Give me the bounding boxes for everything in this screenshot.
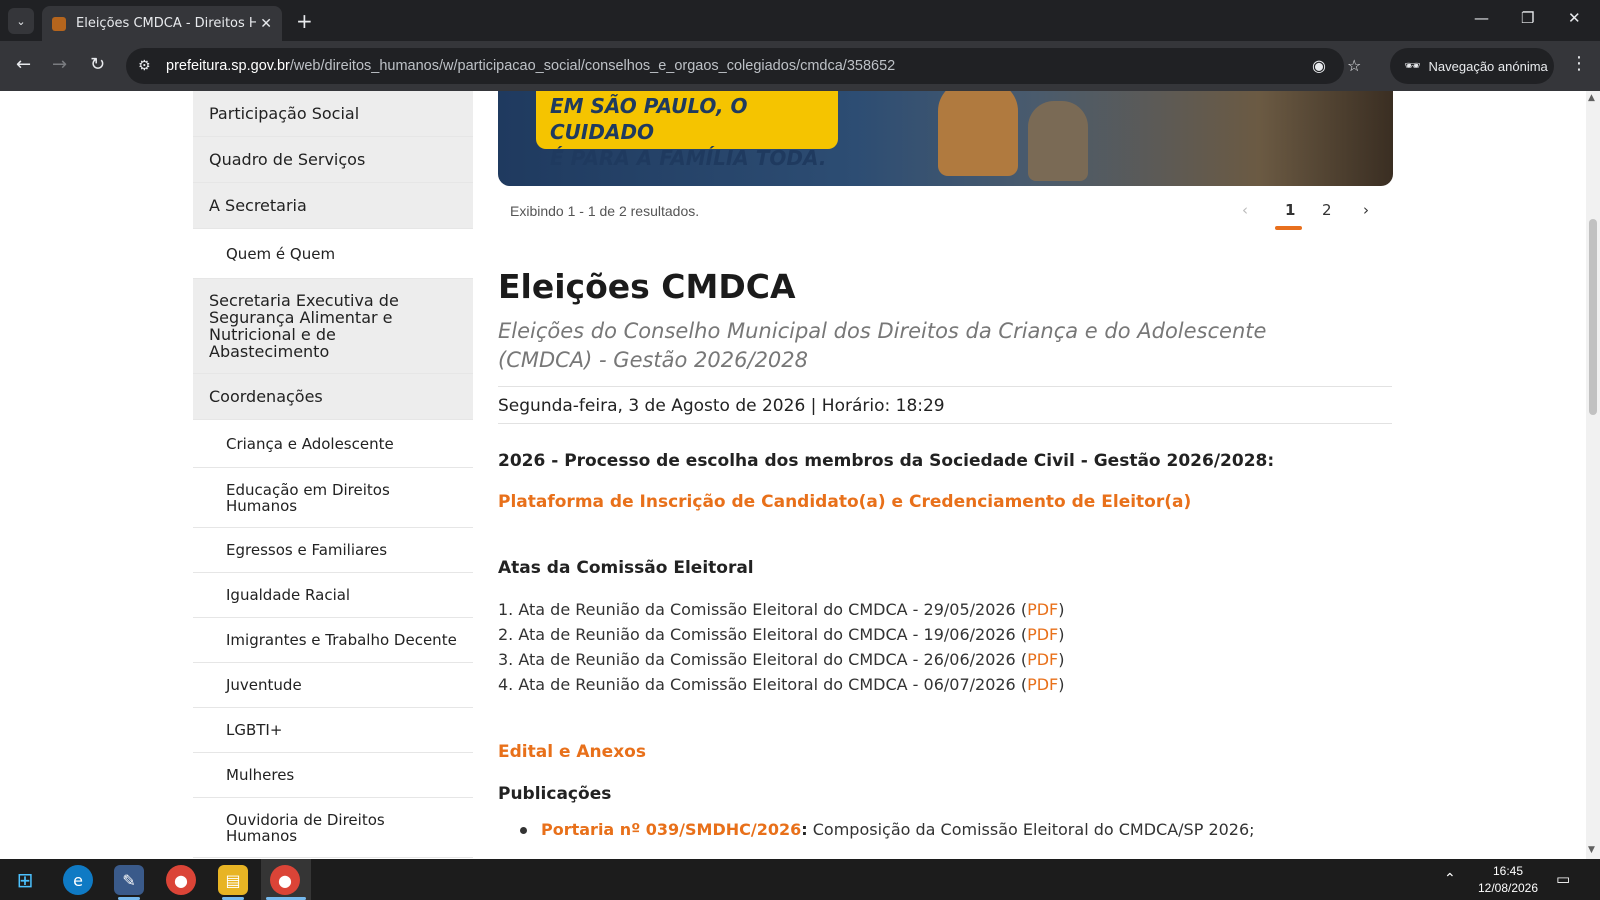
divider [498,386,1392,387]
banner-line-2: É PARA A FAMÍLIA TODA. [550,146,827,170]
sidebar-item-a-secretaria[interactable]: A Secretaria [193,183,473,229]
paint-app-icon[interactable]: ✎ [114,865,144,895]
clock-date: 12/08/2026 [1477,881,1539,895]
sidebar-item-coordenacoes[interactable]: Coordenações [193,374,473,420]
tab-search-chevron-icon[interactable]: ⌄ [8,8,34,34]
page-subtitle: Eleições do Conselho Municipal dos Direi… [498,319,1267,372]
incognito-label: Navegação anónima [1428,58,1548,74]
process-heading: 2026 - Processo de escolha dos membros d… [498,451,1275,471]
sidebar-item-quem-e-quem[interactable]: Quem é Quem [193,229,473,279]
pdf-link[interactable]: PDF [1027,675,1058,694]
results-count: Exibindo 1 - 1 de 2 resultados. [510,203,700,219]
portaria-description: Composição da Comissão Eleitoral do CMDC… [807,820,1255,839]
restore-icon[interactable]: ❐ [1521,9,1534,27]
browser-toolbar: ← → ↻ ⚙ prefeitura.sp.gov.br/web/direito… [0,41,1600,91]
chrome-icon[interactable]: ● [166,865,196,895]
sidebar-item-educacao-direitos-humanos[interactable]: Educação em Direitos Humanos [193,468,473,528]
atas-heading: Atas da Comissão Eleitoral [498,558,754,578]
reload-icon[interactable]: ↻ [90,54,105,75]
minimize-icon[interactable]: — [1474,9,1489,27]
ata-item: 1. Ata de Reunião da Comissão Eleitoral … [498,600,1065,619]
sidebar-item-seguranca-alimentar[interactable]: Secretaria Executiva de Segurança Alimen… [193,279,473,374]
chrome-incognito-icon[interactable]: ● [270,865,300,895]
pagination-prev-icon[interactable]: ‹ [1242,201,1248,219]
pdf-link[interactable]: PDF [1027,600,1058,619]
clock-time: 16:45 [1492,864,1524,878]
page-scrollbar[interactable]: ▲ ▼ [1586,91,1600,859]
banner-text-box: EM SÃO PAULO, O CUIDADO É PARA A FAMÍLIA… [536,91,838,170]
file-explorer-icon[interactable]: ▤ [218,865,248,895]
divider [498,423,1392,424]
close-tab-icon[interactable]: ✕ [260,16,272,32]
campaign-banner[interactable]: EM SÃO PAULO, O CUIDADO É PARA A FAMÍLIA… [498,91,1393,186]
sidebar-item-egressos-familiares[interactable]: Egressos e Familiares [193,528,473,573]
pagination-next-icon[interactable]: › [1363,201,1369,219]
site-info-icon[interactable]: ⚙ [138,58,166,74]
tab-title: Eleições CMDCA - Direitos Hum [76,16,256,31]
ata-item: 3. Ata de Reunião da Comissão Eleitoral … [498,650,1065,669]
sidebar-item-lgbti[interactable]: LGBTI+ [193,708,473,753]
os-taskbar: ⊞ e ✎ ● ▤ ● ⌃ 16:45 12/08/2026 ▭ [0,859,1600,900]
platform-link[interactable]: Plataforma de Inscrição de Candidato(a) … [498,492,1191,512]
edge-icon[interactable]: e [63,865,93,895]
incognito-badge[interactable]: 🕶 Navegação anónima [1390,48,1554,84]
system-clock[interactable]: 16:45 12/08/2026 [1476,863,1540,897]
sidebar-item-mulheres[interactable]: Mulheres [193,753,473,798]
banner-dog-image [938,91,1018,176]
list-item: Portaria nº 039/SMDHC/2026: Composição d… [520,820,1255,839]
url-text[interactable]: prefeitura.sp.gov.br/web/direitos_humano… [166,58,895,74]
star-icon[interactable]: ☆ [1347,56,1361,75]
page-title: Eleições CMDCA [498,267,796,306]
new-tab-icon[interactable]: + [296,9,313,33]
browser-tab[interactable]: Eleições CMDCA - Direitos Hum ✕ [42,6,282,41]
sidebar-item-participacao-social[interactable]: Participação Social [193,91,473,137]
pagination-page-1[interactable]: 1 [1285,201,1295,219]
sidebar-item-ouvidoria[interactable]: Ouvidoria de Direitos Humanos [193,798,473,858]
pdf-link[interactable]: PDF [1027,625,1058,644]
portaria-link[interactable]: Portaria nº 039/SMDHC/2026 [541,820,801,839]
banner-line-1: EM SÃO PAULO, O CUIDADO [550,94,748,144]
banner-cat-image [1028,101,1088,181]
notification-icon[interactable]: ▭ [1556,870,1570,888]
sidebar-item-juventude[interactable]: Juventude [193,663,473,708]
sidebar-item-imigrantes[interactable]: Imigrantes e Trabalho Decente [193,618,473,663]
pagination-page-2[interactable]: 2 [1322,201,1332,219]
pagination-active-indicator [1275,226,1302,230]
ata-item: 4. Ata de Reunião da Comissão Eleitoral … [498,675,1065,694]
sidebar-nav: Participação Social Quadro de Serviços A… [193,91,473,858]
favicon-icon [52,16,66,31]
bullet-icon [520,827,527,834]
close-window-icon[interactable]: ✕ [1568,9,1581,27]
chevron-up-icon[interactable]: ⌃ [1444,871,1456,887]
scroll-down-icon[interactable]: ▼ [1588,845,1595,855]
windows-start-icon[interactable]: ⊞ [10,865,40,895]
incognito-icon: 🕶 [1404,58,1421,73]
forward-icon[interactable]: → [52,54,67,75]
menu-dots-icon[interactable]: ⋮ [1570,53,1588,74]
sidebar-item-crianca-adolescente[interactable]: Criança e Adolescente [193,420,473,468]
eye-off-icon[interactable]: ◉ [1312,56,1326,75]
publish-date: Segunda-feira, 3 de Agosto de 2026 | Hor… [498,396,945,416]
publicacoes-heading: Publicações [498,784,612,804]
back-icon[interactable]: ← [16,54,31,75]
ata-item: 2. Ata de Reunião da Comissão Eleitoral … [498,625,1065,644]
address-bar[interactable]: ⚙ prefeitura.sp.gov.br/web/direitos_huma… [126,48,1361,84]
browser-tab-bar: ⌄ Eleições CMDCA - Direitos Hum ✕ + — ❐ … [0,0,1600,41]
scroll-thumb[interactable] [1589,219,1597,415]
scroll-up-icon[interactable]: ▲ [1588,93,1595,103]
edital-link[interactable]: Edital e Anexos [498,742,646,762]
sidebar-item-quadro-de-servicos[interactable]: Quadro de Serviços [193,137,473,183]
sidebar-item-igualdade-racial[interactable]: Igualdade Racial [193,573,473,618]
page-content: Participação Social Quadro de Serviços A… [0,91,1586,859]
pdf-link[interactable]: PDF [1027,650,1058,669]
